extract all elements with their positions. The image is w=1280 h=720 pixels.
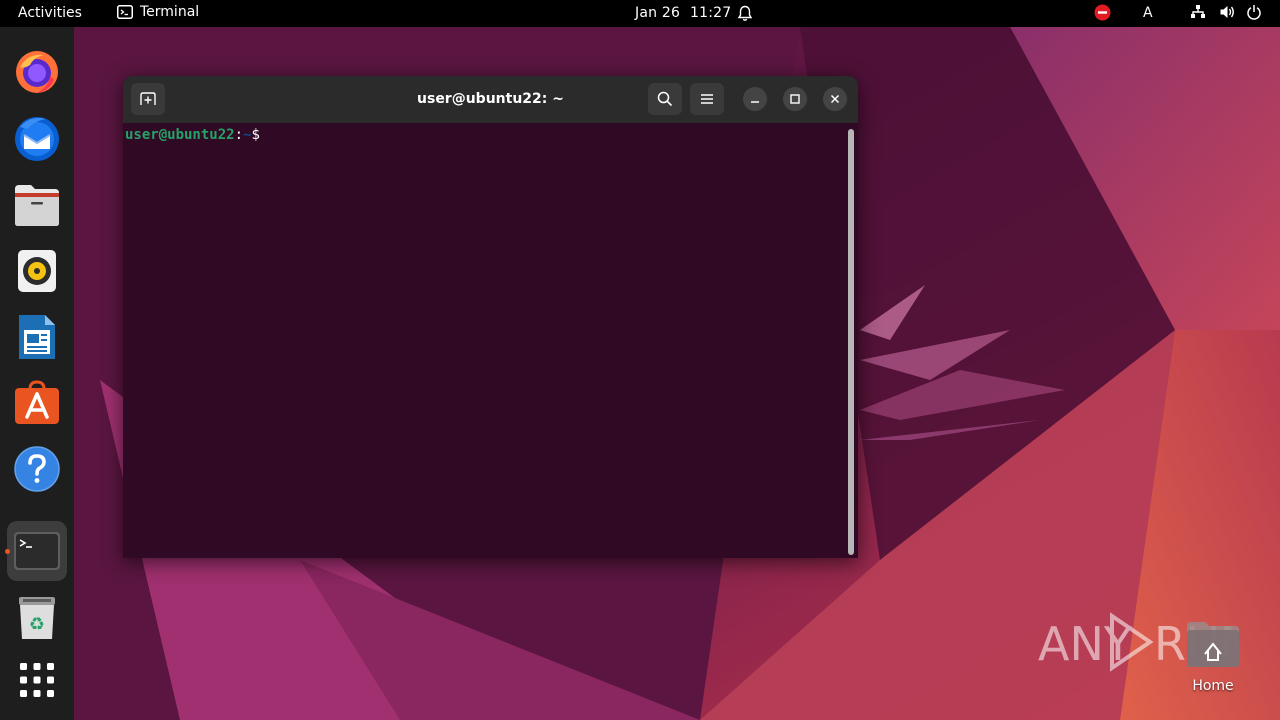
terminal-headerbar[interactable]: user@ubuntu22: ~ (123, 76, 858, 123)
help-icon (14, 446, 60, 492)
dock-item-files[interactable] (7, 175, 67, 235)
home-folder-icon[interactable] (1185, 620, 1241, 668)
input-source-indicator[interactable]: A (1143, 5, 1153, 21)
search-icon (657, 91, 673, 107)
dock-item-rhythmbox[interactable] (7, 241, 67, 301)
running-indicator (5, 549, 10, 554)
libreoffice-writer-icon (19, 315, 55, 359)
dock-item-libreoffice-writer[interactable] (7, 307, 67, 367)
dock-item-terminal[interactable] (7, 521, 67, 581)
bell-icon (737, 5, 753, 21)
terminal-small-icon (117, 5, 133, 19)
menu-button[interactable] (690, 83, 724, 115)
close-button[interactable] (823, 87, 847, 111)
dock-item-show-apps[interactable] (7, 650, 67, 710)
maximize-icon (790, 94, 800, 104)
top-bar: Activities Terminal Jan 26 11:27 A (0, 0, 1280, 27)
trash-icon: ♻ (19, 597, 55, 639)
dock: ♻ (0, 27, 74, 720)
clock-time: 11:27 (690, 5, 732, 21)
power-icon[interactable] (1246, 4, 1262, 20)
hamburger-menu-icon (701, 94, 713, 104)
prompt-user: user@ubuntu22 (125, 127, 235, 143)
dock-item-help[interactable] (7, 439, 67, 499)
thunderbird-icon (15, 117, 59, 161)
search-button[interactable] (648, 83, 682, 115)
shell-prompt: user@ubuntu22:~$ (125, 127, 260, 143)
maximize-button[interactable] (783, 87, 807, 111)
activities-button[interactable]: Activities (18, 5, 82, 21)
clock-button[interactable]: Jan 26 11:27 (635, 5, 741, 21)
dock-item-app-center[interactable] (7, 372, 67, 432)
svg-text:♻: ♻ (29, 614, 45, 635)
dock-item-thunderbird[interactable] (7, 108, 67, 168)
prompt-sigil: $ (251, 127, 260, 143)
files-icon (15, 185, 59, 226)
app-menu-button[interactable]: Terminal (117, 4, 199, 20)
volume-icon[interactable] (1219, 4, 1235, 20)
terminal-window[interactable]: user@ubuntu22: ~ user@ubuntu22:~$ (123, 76, 858, 558)
do-not-disturb-icon[interactable] (1094, 4, 1111, 21)
rhythmbox-icon (18, 250, 56, 292)
close-icon (830, 94, 840, 104)
minimize-icon (751, 101, 759, 103)
terminal-icon (14, 532, 60, 570)
dock-item-trash[interactable]: ♻ (7, 588, 67, 648)
app-center-icon (15, 380, 59, 424)
clock-date: Jan 26 (635, 5, 681, 21)
home-folder-label: Home (1192, 678, 1234, 694)
terminal-content[interactable]: user@ubuntu22:~$ (123, 123, 858, 558)
terminal-scrollbar[interactable] (848, 129, 854, 555)
minimize-button[interactable] (743, 87, 767, 111)
dock-item-firefox[interactable] (7, 42, 67, 102)
app-menu-label: Terminal (140, 4, 200, 20)
network-icon[interactable] (1190, 4, 1206, 20)
prompt-colon: : (234, 127, 244, 143)
firefox-icon (16, 51, 58, 93)
show-apps-icon (20, 663, 54, 697)
